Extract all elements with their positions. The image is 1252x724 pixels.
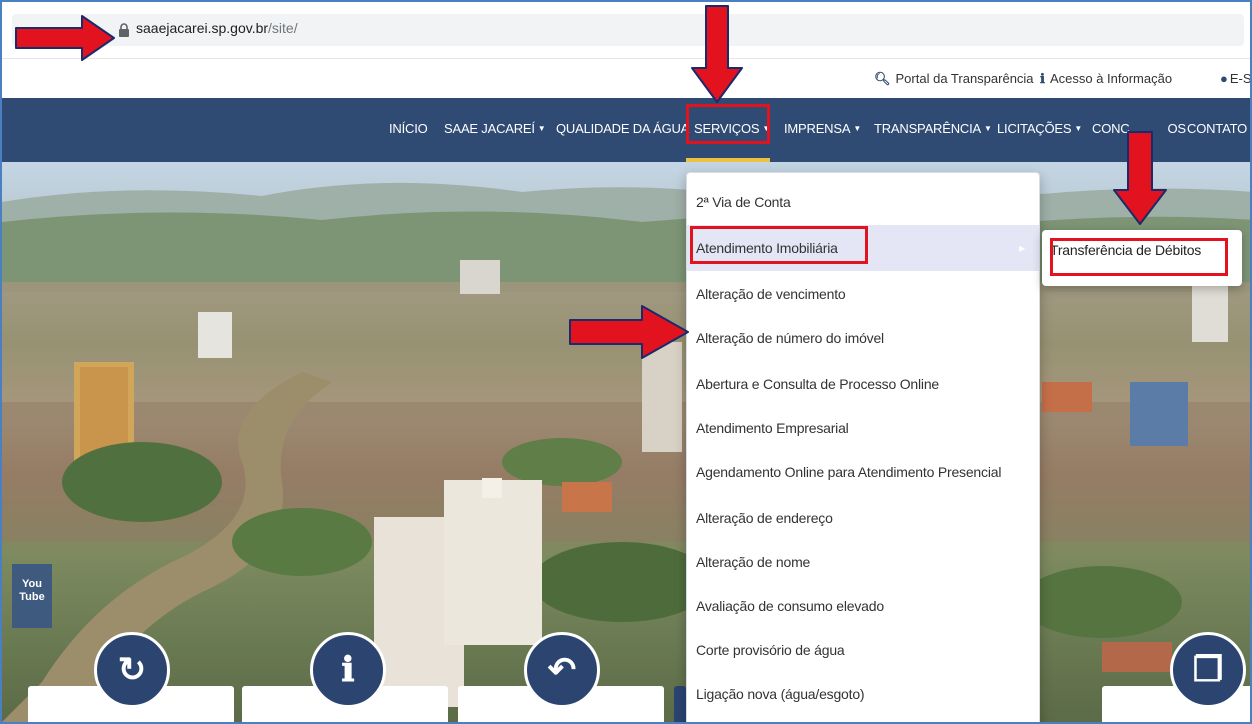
- annotation-box-servicos: [686, 104, 770, 144]
- annotation-box-transferencia-debitos: [1050, 238, 1228, 276]
- nav-saae-jacarei-label: SAAE JACAREÍ: [444, 121, 535, 136]
- caret-down-icon: ▼: [537, 124, 546, 133]
- info-circle-icon[interactable]: ℹ: [310, 632, 386, 708]
- screenshot-frame: saaejacarei.sp.gov.br/site/ 🔍︎ Portal da …: [0, 0, 1252, 724]
- information-access-label: Acesso à Informação: [1049, 71, 1173, 86]
- nav-contato[interactable]: CONTATO▼: [1187, 121, 1250, 136]
- dropdown-item-alteracao-vencimento[interactable]: Alteração de vencimento: [687, 273, 1039, 315]
- reply-icon[interactable]: ↶: [524, 632, 600, 708]
- annotation-box-atendimento-imobiliaria: [690, 226, 868, 264]
- dropdown-item-processo-online[interactable]: Abertura e Consulta de Processo Online: [687, 363, 1039, 405]
- dropdown-item-label: 2ª Via de Conta: [696, 194, 791, 210]
- dropdown-item-label: Alteração de nome: [696, 554, 811, 570]
- caret-down-icon: ▼: [1074, 124, 1083, 133]
- refresh-icon[interactable]: ↻: [94, 632, 170, 708]
- information-access-link[interactable]: ℹ Acesso à Informação: [1040, 71, 1172, 87]
- transparency-portal-link[interactable]: 🔍︎ Portal da Transparência: [874, 71, 1034, 87]
- dropdown-item-label: Alteração de endereço: [696, 510, 833, 526]
- youtube-label-top: You: [22, 578, 42, 590]
- nav-saae-jacarei[interactable]: SAAE JACAREÍ ▼: [444, 121, 546, 136]
- dropdown-item-ligacao-nova[interactable]: Ligação nova (água/esgoto): [687, 673, 1039, 715]
- esic-label: E-SI: [1229, 71, 1252, 86]
- search-icon: 🔍︎: [874, 71, 891, 86]
- nav-imprensa-label: IMPRENSA: [784, 121, 851, 136]
- nav-contato-label: CONTATO: [1187, 121, 1247, 136]
- info-icon: ℹ: [1040, 71, 1045, 86]
- main-navigation: INÍCIO SAAE JACAREÍ ▼ QUALIDADE DA ÁGUA S…: [2, 98, 1250, 162]
- url-text[interactable]: saaejacarei.sp.gov.br/site/: [136, 20, 298, 36]
- nav-concursos-label-start: CONC: [1092, 121, 1130, 136]
- nav-concursos[interactable]: CONC OS: [1092, 121, 1186, 136]
- caret-down-icon: ▼: [853, 124, 862, 133]
- caret-down-icon: ▼: [983, 124, 992, 133]
- dropdown-item-label: Alteração de número do imóvel: [696, 330, 884, 346]
- nav-licitacoes[interactable]: LICITAÇÕES ▼: [997, 121, 1082, 136]
- dropdown-item-label: Abertura e Consulta de Processo Online: [696, 376, 939, 392]
- nav-transparencia-label: TRANSPARÊNCIA: [874, 121, 981, 136]
- dropdown-item-label: Corte provisório de água: [696, 642, 845, 658]
- nav-qualidade-agua-label: QUALIDADE DA ÁGUA: [556, 121, 690, 136]
- dropdown-item-label: Atendimento Empresarial: [696, 420, 849, 436]
- dropdown-item-alteracao-numero-imovel[interactable]: Alteração de número do imóvel: [687, 317, 1039, 359]
- dropdown-item-alteracao-endereco[interactable]: Alteração de endereço: [687, 497, 1039, 539]
- chevron-right-icon: ▸: [1019, 241, 1025, 255]
- nav-inicio[interactable]: INÍCIO: [389, 121, 428, 136]
- nav-concursos-label-end: OS: [1167, 121, 1186, 136]
- nav-qualidade-agua[interactable]: QUALIDADE DA ÁGUA: [556, 121, 689, 136]
- youtube-label-bottom: Tube: [19, 591, 45, 603]
- url-host: saaejacarei.sp.gov.br: [136, 20, 269, 36]
- dropdown-item-corte-provisorio[interactable]: Corte provisório de água: [687, 629, 1039, 671]
- lock-icon: [119, 23, 129, 37]
- esic-link[interactable]: ●E-SI: [1220, 71, 1252, 86]
- browser-address-bar: saaejacarei.sp.gov.br/site/: [2, 2, 1250, 58]
- nav-licitacoes-label: LICITAÇÕES: [997, 121, 1072, 136]
- nav-transparencia[interactable]: TRANSPARÊNCIA ▼: [874, 121, 992, 136]
- transparency-portal-label: Portal da Transparência: [895, 71, 1034, 86]
- dropdown-item-label: Ligação nova (água/esgoto): [696, 686, 865, 702]
- dropdown-item-consumo-elevado[interactable]: Avaliação de consumo elevado: [687, 585, 1039, 627]
- dropdown-item-label: Agendamento Online para Atendimento Pres…: [696, 464, 1002, 480]
- copy-icon[interactable]: ❐: [1170, 632, 1246, 708]
- nav-imprensa[interactable]: IMPRENSA ▼: [784, 121, 861, 136]
- dropdown-item-alteracao-nome[interactable]: Alteração de nome: [687, 541, 1039, 583]
- dropdown-item-atendimento-empresarial[interactable]: Atendimento Empresarial: [687, 407, 1039, 449]
- youtube-icon[interactable]: You Tube: [12, 564, 52, 628]
- quick-access-card[interactable]: [674, 686, 686, 722]
- dropdown-item-label: Alteração de vencimento: [696, 286, 846, 302]
- utility-bar: 🔍︎ Portal da Transparência ℹ Acesso à Info…: [2, 58, 1252, 98]
- dropdown-item-label: Avaliação de consumo elevado: [696, 598, 884, 614]
- dropdown-item-segunda-via[interactable]: 2ª Via de Conta: [687, 181, 1039, 223]
- url-path: /site/: [268, 20, 298, 36]
- chat-icon: ●: [1220, 71, 1228, 86]
- nav-inicio-label: INÍCIO: [389, 121, 428, 136]
- dropdown-item-agendamento-online[interactable]: Agendamento Online para Atendimento Pres…: [687, 451, 1039, 493]
